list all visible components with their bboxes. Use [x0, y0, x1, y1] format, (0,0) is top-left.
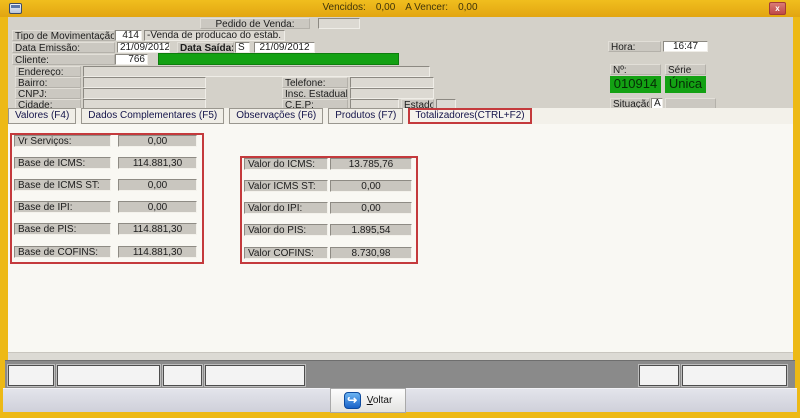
tab-observacoes[interactable]: Observações (F6) — [229, 108, 323, 124]
cnpj-label: CNPJ: — [15, 88, 81, 99]
base-cofins-value: 114.881,30 — [118, 246, 197, 258]
base-pis-label: Base de PIS: — [14, 223, 111, 235]
serie-value: Única — [665, 76, 706, 93]
hora-field[interactable]: 16:47 — [663, 41, 708, 52]
vr-servicos-label: Vr Serviços: — [14, 135, 111, 147]
insc-estadual-label: Insc. Estadual: — [282, 88, 348, 99]
pedido-number-field[interactable] — [318, 18, 360, 29]
data-saida-date-field[interactable]: 21/09/2012 — [254, 42, 315, 53]
summary-slot-5 — [639, 365, 679, 386]
base-icms-label: Base de ICMS: — [14, 157, 111, 169]
hora-label: Hora: — [608, 41, 661, 52]
valor-ipi-value: 0,00 — [330, 202, 412, 214]
back-arrow-icon: ↪ — [344, 392, 361, 409]
voltar-button[interactable]: ↪ Voltar — [330, 388, 406, 413]
tab-totalizadores[interactable]: Totalizadores(CTRL+F2) — [408, 108, 531, 124]
voltar-button-label: Voltar — [367, 395, 393, 406]
bases-groupbox — [10, 133, 204, 264]
bairro-field[interactable] — [83, 77, 206, 88]
pedido-de-venda-label: Pedido de Venda: — [200, 18, 310, 29]
summary-slot-3 — [163, 365, 202, 386]
title-bar: Vencidos: 0,00 A Vencer: 0,00 x — [0, 0, 800, 17]
telefone-label: Telefone: — [282, 77, 348, 88]
valor-icms-value: 13.785,76 — [330, 158, 412, 170]
cnpj-field[interactable] — [83, 88, 206, 99]
insc-estadual-field[interactable] — [350, 88, 434, 99]
base-icms-st-label: Base de ICMS ST: — [14, 179, 111, 191]
numero-label: Nº: — [610, 64, 661, 75]
title-text: Vencidos: 0,00 A Vencer: 0,00 — [0, 2, 800, 13]
summary-slot-6 — [682, 365, 787, 386]
data-emissao-label: Data Emissão: — [12, 42, 115, 53]
tab-produtos[interactable]: Produtos (F7) — [328, 108, 403, 124]
tipo-movimentacao-label: Tipo de Movimentação: — [12, 30, 115, 41]
base-pis-value: 114.881,30 — [118, 223, 197, 235]
valor-icms-st-value: 0,00 — [330, 180, 412, 192]
tab-dados-complementares[interactable]: Dados Complementares (F5) — [81, 108, 224, 124]
summary-slot-1 — [8, 365, 54, 386]
valor-icms-label: Valor do ICMS: — [244, 158, 328, 170]
valor-ipi-label: Valor do IPI: — [244, 202, 328, 214]
tipo-movimentacao-desc: -Venda de producao do estab. — [144, 30, 285, 41]
valor-icms-st-label: Valor ICMS ST: — [244, 180, 328, 192]
cliente-code-field[interactable]: 766 — [115, 54, 148, 65]
vr-servicos-value: 0,00 — [118, 135, 197, 147]
summary-slot-4 — [205, 365, 305, 386]
pedido-de-venda-window: Vencidos: 0,00 A Vencer: 0,00 x Pedido de V… — [0, 0, 800, 418]
vencidos-label: Vencidos: — [322, 2, 365, 13]
base-icms-value: 114.881,30 — [118, 157, 197, 169]
valor-cofins-label: Valor COFINS: — [244, 247, 328, 259]
data-emissao-field[interactable]: 21/09/2012 — [117, 42, 170, 53]
tipo-movimentacao-code-field[interactable]: 414 — [115, 30, 142, 41]
data-saida-label: Data Saída: — [177, 42, 234, 53]
bairro-label: Bairro: — [15, 77, 81, 88]
endereco-field[interactable] — [83, 66, 430, 77]
serie-label: Série — [665, 64, 706, 75]
endereco-label: Endereço: — [15, 66, 81, 77]
close-icon[interactable]: x — [769, 2, 786, 15]
summary-bar — [5, 360, 795, 388]
base-cofins-label: Base de COFINS: — [14, 246, 111, 258]
base-icms-st-value: 0,00 — [118, 179, 197, 191]
order-header-panel: Pedido de Venda: Tipo de Movimentação: 4… — [8, 17, 793, 108]
content-footer-divider — [8, 353, 793, 360]
numero-value: 010914 — [610, 76, 661, 93]
base-ipi-label: Base de IPI: — [14, 201, 111, 213]
valor-cofins-value: 8.730,98 — [330, 247, 412, 259]
base-ipi-value: 0,00 — [118, 201, 197, 213]
telefone-field[interactable] — [350, 77, 434, 88]
valor-pis-label: Valor do PIS: — [244, 224, 328, 236]
cliente-name-highlight[interactable] — [158, 53, 399, 65]
a-vencer-value: 0,00 — [458, 2, 477, 13]
tab-bar: Valores (F4) Dados Complementares (F5) O… — [8, 108, 793, 124]
summary-slot-2 — [57, 365, 160, 386]
tab-valores[interactable]: Valores (F4) — [8, 108, 76, 124]
vencidos-value: 0,00 — [376, 2, 395, 13]
data-saida-flag-field[interactable]: S — [235, 42, 250, 53]
a-vencer-label: A Vencer: — [405, 2, 448, 13]
valor-pis-value: 1.895,54 — [330, 224, 412, 236]
cliente-label: Cliente: — [12, 54, 115, 65]
totalizadores-content: Vr Serviços: 0,00 Base de ICMS: 114.881,… — [8, 124, 793, 353]
